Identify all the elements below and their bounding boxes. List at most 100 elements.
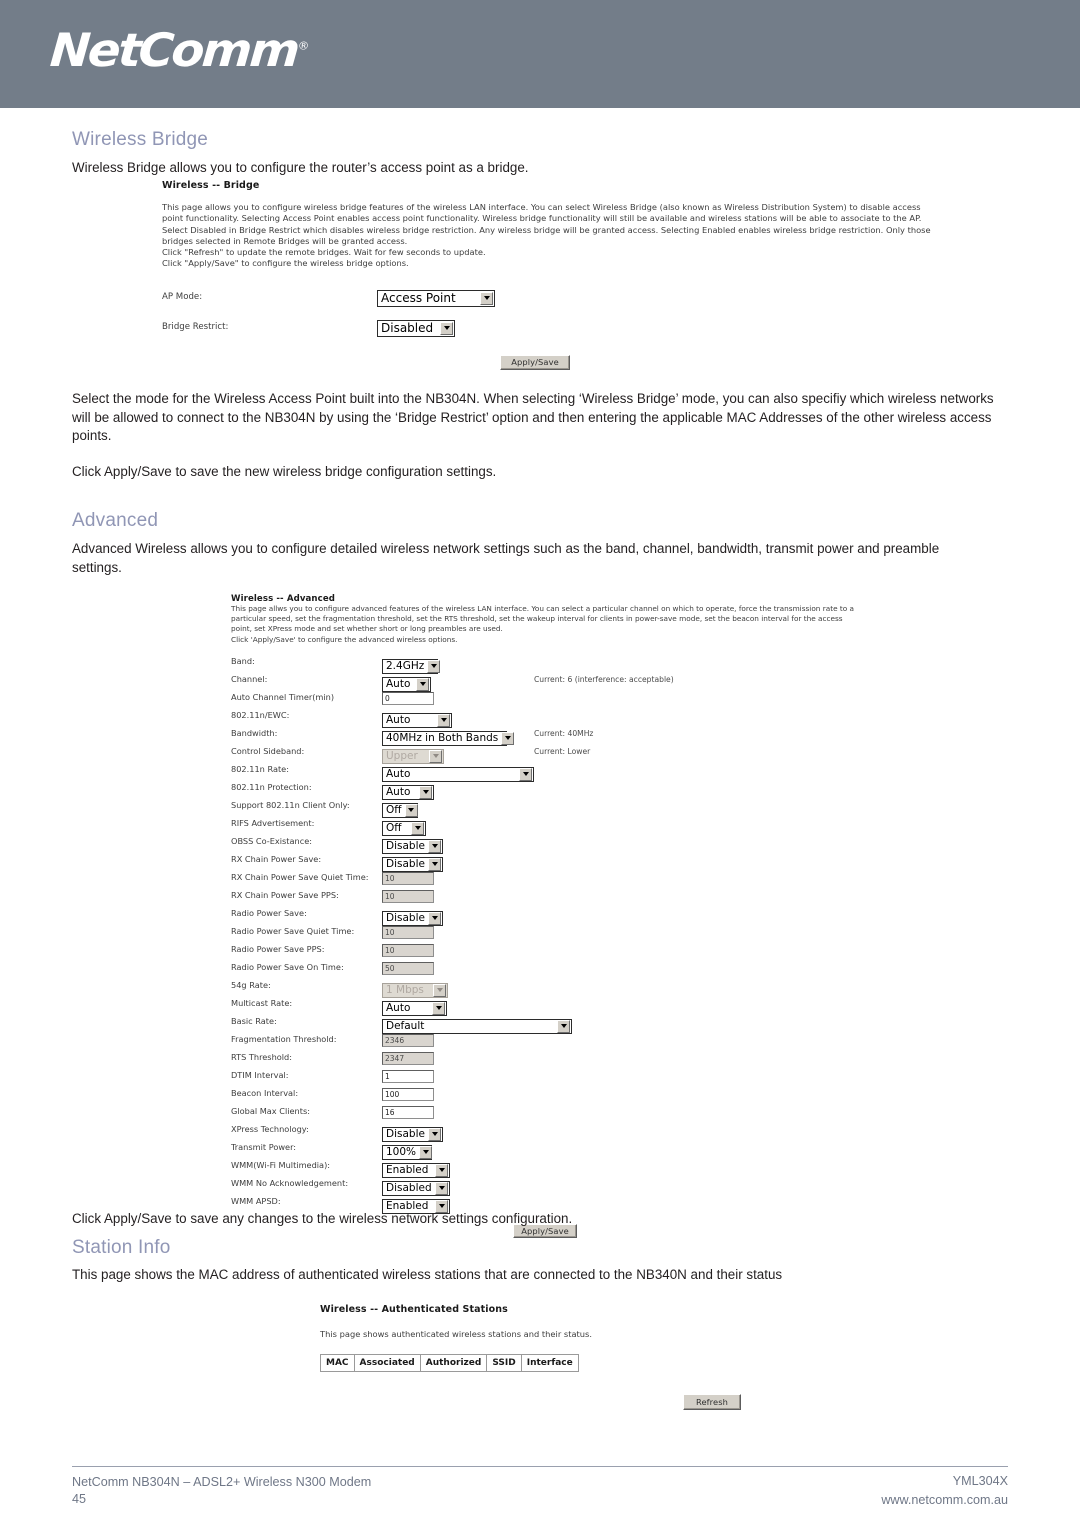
advanced-setting-row: OBSS Co-Existance: Disable (231, 834, 871, 854)
page-title-station-info: Station Info (72, 1237, 171, 1258)
setting-value[interactable]: 2346 (382, 1033, 434, 1047)
page-title-wireless-bridge: Wireless Bridge (72, 129, 209, 150)
column-header: Authorized (419, 1354, 488, 1373)
setting-value[interactable]: 50 (382, 961, 434, 975)
advanced-setting-row: Radio Power Save Quiet Time: 10 (231, 924, 871, 942)
setting-label: Transmit Power: (231, 1141, 297, 1152)
setting-label: DTIM Interval: (231, 1069, 289, 1080)
advanced-setting-row: RX Chain Power Save Quiet Time: 10 (231, 870, 871, 888)
advanced-setting-row: 802.11n Rate: Auto (231, 762, 871, 782)
wireless-bridge-screenshot: Wireless -- Bridge This page allows you … (162, 180, 952, 377)
stations-refresh-button[interactable]: Refresh (683, 1394, 741, 1411)
setting-value[interactable]: 1 (382, 1069, 434, 1083)
advanced-setting-row: Channel: Auto Current: 6 (interference: ac… (231, 672, 871, 692)
setting-input[interactable]: 10 (382, 871, 434, 885)
setting-label: RTS Threshold: (231, 1051, 293, 1062)
setting-label: RX Chain Power Save: (231, 853, 322, 864)
setting-select[interactable]: 1 Mbps (382, 978, 448, 998)
setting-select[interactable]: Disable (382, 834, 443, 854)
setting-input[interactable]: 10 (382, 889, 434, 903)
advanced-setting-row: RX Chain Power Save: Disable (231, 852, 871, 872)
setting-select[interactable]: Auto (382, 996, 447, 1016)
setting-input[interactable]: 1 (382, 1069, 434, 1083)
setting-select[interactable]: Auto (382, 708, 452, 728)
table-header-row: MAC Associated Authorized SSID Interface (320, 1354, 579, 1373)
bridge-ui-title: Wireless -- Bridge (162, 180, 260, 191)
setting-input[interactable]: 10 (382, 925, 434, 939)
footer-website[interactable]: www.netcomm.com.au (881, 1491, 1008, 1510)
setting-current-note: Current: Lower (534, 746, 591, 756)
setting-select[interactable]: Disable (382, 1122, 443, 1142)
setting-select[interactable]: Disable (382, 906, 443, 926)
setting-input[interactable]: 2347 (382, 1051, 434, 1065)
setting-select[interactable]: 2.4GHz (382, 654, 441, 674)
stations-ui-title: Wireless -- Authenticated Stations (320, 1304, 508, 1315)
advanced-setting-row: WMM No Acknowledgement: Disabled (231, 1176, 871, 1196)
setting-select[interactable]: Enabled (382, 1158, 450, 1178)
wireless-bridge-intro: Wireless Bridge allows you to configure … (72, 160, 529, 175)
setting-select[interactable]: Auto (382, 780, 434, 800)
authenticated-stations-screenshot: Wireless -- Authenticated Stations This … (320, 1304, 820, 1413)
setting-label: Radio Power Save: (231, 907, 307, 918)
setting-select[interactable]: Disabled (382, 1176, 450, 1196)
setting-value[interactable]: 0 (382, 691, 434, 705)
setting-input[interactable]: 16 (382, 1105, 434, 1119)
setting-select[interactable]: Auto (382, 762, 534, 782)
chevron-down-icon[interactable] (480, 291, 493, 305)
setting-input[interactable]: 50 (382, 961, 434, 975)
setting-select[interactable]: 100% (382, 1140, 433, 1160)
setting-value[interactable]: 10 (382, 871, 434, 885)
advanced-setting-row: RX Chain Power Save PPS: 10 (231, 888, 871, 906)
advanced-setting-row: Support 802.11n Client Only: Off (231, 798, 871, 818)
setting-value[interactable]: 2347 (382, 1051, 434, 1065)
setting-label: Basic Rate: (231, 1015, 277, 1026)
setting-value[interactable]: 10 (382, 943, 434, 957)
advanced-ui-description-line2: Click 'Apply/Save' to configure the adva… (231, 634, 458, 644)
setting-label: Radio Power Save On Time: (231, 961, 344, 972)
setting-input[interactable]: 100 (382, 1087, 434, 1101)
bridge-apply-save-button[interactable]: Apply/Save (500, 354, 570, 370)
bridge-restrict-select[interactable]: Disabled (377, 317, 455, 337)
chevron-down-icon[interactable] (440, 321, 453, 335)
setting-label: XPress Technology: (231, 1123, 309, 1134)
column-header: MAC (320, 1354, 355, 1373)
setting-label: 802.11n Rate: (231, 763, 289, 774)
setting-value[interactable]: 16 (382, 1105, 434, 1119)
setting-select[interactable]: Off (382, 798, 418, 818)
setting-select[interactable]: Disable (382, 852, 443, 872)
advanced-setting-row: XPress Technology: Disable (231, 1122, 871, 1142)
advanced-setting-row: Global Max Clients: 16 (231, 1104, 871, 1122)
setting-value[interactable]: 10 (382, 925, 434, 939)
setting-select[interactable]: Auto (382, 672, 431, 692)
setting-label: RX Chain Power Save Quiet Time: (231, 871, 369, 882)
setting-value[interactable]: 10 (382, 889, 434, 903)
advanced-setting-row: Bandwidth: 40MHz in Both Bands Current: 40… (231, 726, 871, 746)
advanced-setting-row: Transmit Power: 100% (231, 1140, 871, 1160)
setting-select[interactable]: Off (382, 816, 426, 836)
setting-input[interactable]: 2346 (382, 1033, 434, 1047)
advanced-setting-row: Basic Rate: Default (231, 1014, 871, 1034)
advanced-setting-row: Band: 2.4GHz (231, 654, 871, 674)
setting-input[interactable]: 10 (382, 943, 434, 957)
advanced-setting-row: WMM(Wi-Fi Multimedia): Enabled (231, 1158, 871, 1178)
setting-select[interactable]: 40MHz in Both Bands (382, 726, 515, 746)
ap-mode-select[interactable]: Access Point (377, 287, 495, 307)
setting-value[interactable]: 100 (382, 1087, 434, 1101)
advanced-setting-row: Control Sideband: Upper Current: Lower (231, 744, 871, 764)
advanced-intro: Advanced Wireless allows you to configur… (72, 541, 940, 575)
stations-ui-description: This page shows authenticated wireless s… (320, 1329, 593, 1339)
setting-input[interactable]: 0 (382, 691, 434, 705)
setting-label: Bandwidth: (231, 727, 278, 738)
advanced-setting-row: Multicast Rate: Auto (231, 996, 871, 1016)
setting-label: Radio Power Save Quiet Time: (231, 925, 355, 936)
bridge-ui-description-line3: Click "Apply/Save" to configure the wire… (162, 258, 409, 269)
setting-label: RX Chain Power Save PPS: (231, 889, 339, 900)
advanced-setting-row: RTS Threshold: 2347 (231, 1050, 871, 1068)
column-header: SSID (486, 1354, 522, 1373)
setting-label: 802.11n/EWC: (231, 709, 290, 720)
bridge-restrict-value: Disabled (381, 320, 434, 335)
setting-select[interactable]: Upper (382, 744, 444, 764)
station-info-intro: This page shows the MAC address of authe… (72, 1267, 783, 1282)
setting-select[interactable]: Default (382, 1014, 572, 1034)
logo-wordmark: NetComm (48, 23, 300, 77)
